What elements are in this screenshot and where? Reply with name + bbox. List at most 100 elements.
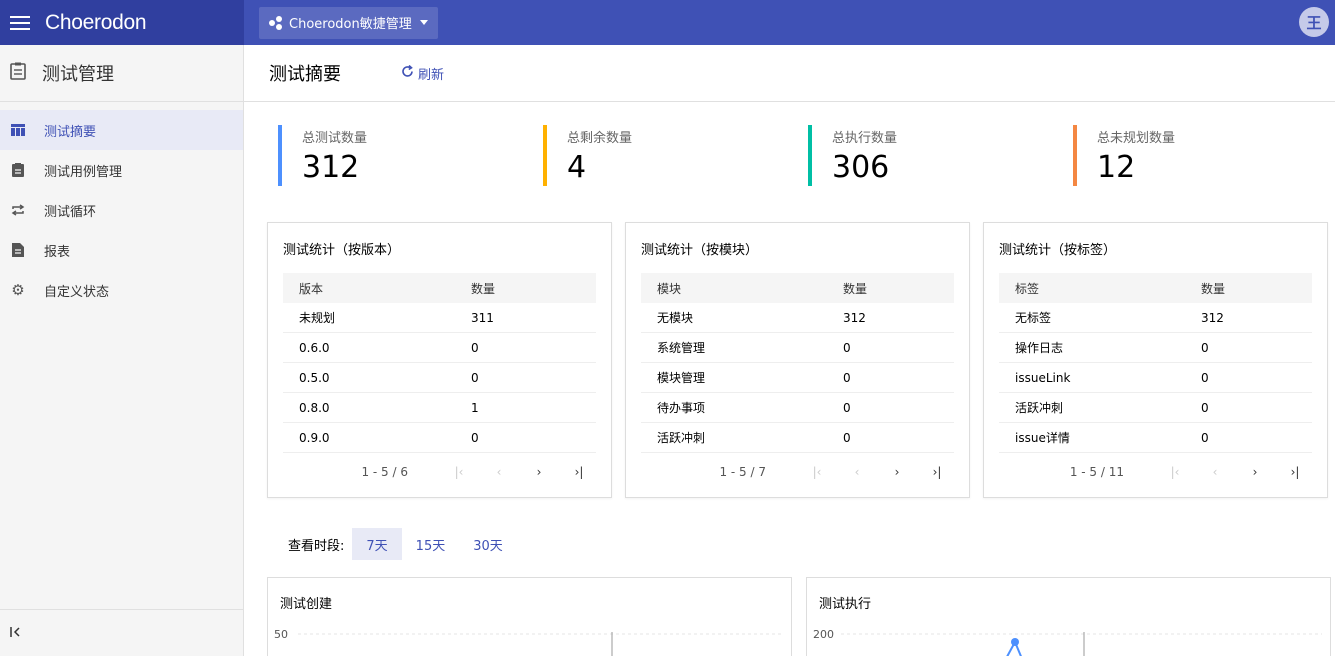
clipboard-icon [10,163,26,177]
sidebar-item-cycle[interactable]: 测试循环 [0,190,243,230]
stat-remaining: 总剩余数量 4 [543,125,808,186]
y-axis-tick: 50 [274,628,288,641]
table-row: 0.9.0 0 [283,423,596,453]
sidebar-item-report[interactable]: 报表 [0,230,243,270]
table-row: 0.6.0 0 [283,333,596,363]
last-page-icon[interactable]: ›| [1284,465,1306,479]
column-header: 数量 [843,281,868,296]
sidebar: 测试管理 测试摘要 测试用例管理 测试循环 报表 ⚙ 自定义状态 [0,45,244,656]
stat-value: 306 [832,150,890,185]
last-page-icon[interactable]: ›| [568,465,590,479]
top-header: Choerodon Choerodon敏捷管理 王 [0,0,1335,45]
table-cell: 312 [1201,310,1224,325]
first-page-icon[interactable]: |‹ [1164,465,1186,479]
gear-icon: ⚙ [11,281,25,299]
card-by-label: 测试统计（按标签） 标签 数量 无标签 312 操作日志 0 issueLink 0 … [983,222,1328,498]
menu-icon[interactable] [10,15,30,30]
sidebar-item-custom-status[interactable]: ⚙ 自定义状态 [0,270,243,310]
table-cell: 操作日志 [1015,341,1064,355]
table-row: 模块管理 0 [641,363,954,393]
next-page-icon[interactable]: › [528,465,550,479]
project-selector[interactable]: Choerodon敏捷管理 [259,6,438,39]
column-header: 数量 [1201,281,1226,296]
sidebar-collapse-button[interactable] [0,609,243,656]
stat-value: 312 [302,150,360,185]
clipboard-icon [10,62,26,85]
stat-total: 总测试数量 312 [278,125,543,186]
next-page-icon[interactable]: › [1244,465,1266,479]
card-by-version: 测试统计（按版本） 版本 数量 未规划 311 0.6.0 0 0.5.0 0 0.8… [267,222,612,498]
stats-table: 标签 数量 无标签 312 操作日志 0 issueLink 0 活跃冲刺 0 issu… [999,273,1312,453]
chart-area: 200 [813,628,1322,656]
sidebar-header: 测试管理 [0,45,243,102]
refresh-button[interactable]: 刷新 [401,64,444,83]
main-content: 测试摘要 刷新 总测试数量 312 总剩余数量 4 总执行数量 306 总未规划… [244,45,1335,656]
column-header: 版本 [299,281,324,296]
period-30-days-button[interactable]: 30天 [459,528,517,560]
table-cell: 待办事项 [657,401,706,415]
table-cell: 0 [843,430,851,445]
last-page-icon[interactable]: ›| [926,465,948,479]
table-cell: 1 [471,400,479,415]
table-cell: 0 [471,370,479,385]
period-7-days-button[interactable]: 7天 [352,528,402,560]
prev-page-icon[interactable]: ‹ [488,465,510,479]
brand-area: Choerodon [0,0,244,45]
repeat-icon [10,204,26,216]
sidebar-item-label: 自定义状态 [44,284,110,300]
column-header: 模块 [657,281,682,296]
stat-unplanned: 总未规划数量 12 [1073,125,1335,186]
project-icon [269,15,283,30]
data-point[interactable] [1011,638,1019,646]
stat-label: 总未规划数量 [1097,131,1176,146]
stat-executed: 总执行数量 306 [808,125,1073,186]
table-row: 无模块 312 [641,303,954,333]
chart-test-create: 测试创建 50 [267,577,792,656]
table-cell: 无标签 [1015,311,1052,325]
period-15-days-button[interactable]: 15天 [402,528,460,560]
avatar[interactable]: 王 [1299,7,1329,37]
table-row: 无标签 312 [999,303,1312,333]
prev-page-icon[interactable]: ‹ [1204,465,1226,479]
refresh-label: 刷新 [418,67,445,83]
table-row: 0.5.0 0 [283,363,596,393]
stat-label: 总测试数量 [302,131,368,146]
sidebar-item-label: 报表 [44,244,71,260]
prev-page-icon[interactable]: ‹ [846,465,868,479]
first-page-icon[interactable]: |‹ [806,465,828,479]
chevron-down-icon [419,20,428,25]
chart-test-execute: 测试执行 200 [806,577,1331,656]
chart-area: 50 [274,628,783,656]
pagination: 1 - 5 / 11 |‹ ‹ › ›| [999,453,1312,491]
sidebar-item-testcase[interactable]: 测试用例管理 [0,150,243,190]
table-cell: issueLink [1015,370,1071,385]
stats-row: 总测试数量 312 总剩余数量 4 总执行数量 306 总未规划数量 12 [278,125,1335,186]
stat-cards: 测试统计（按版本） 版本 数量 未规划 311 0.6.0 0 0.5.0 0 0.8… [267,222,1328,498]
collapse-left-icon [10,626,22,641]
page-title: 测试摘要 [269,64,341,85]
table-cell: 0 [843,340,851,355]
next-page-icon[interactable]: › [886,465,908,479]
period-label: 查看时段: [288,538,345,554]
pagination-range: 1 - 5 / 7 [719,465,766,479]
table-row: 系统管理 0 [641,333,954,363]
table-cell: 0 [1201,430,1209,445]
sidebar-item-summary[interactable]: 测试摘要 [0,110,243,150]
table-header: 模块 数量 [641,273,954,303]
table-cell: 311 [471,310,494,325]
brand-logo: Choerodon [45,10,147,34]
card-title: 测试统计（按版本） [283,242,401,258]
table-row: 活跃冲刺 0 [641,423,954,453]
sidebar-title: 测试管理 [42,64,114,85]
sidebar-nav: 测试摘要 测试用例管理 测试循环 报表 ⚙ 自定义状态 [0,102,243,310]
chart-title: 测试创建 [280,597,333,612]
table-cell: 0.5.0 [299,370,330,385]
table-header: 版本 数量 [283,273,596,303]
y-axis-tick: 200 [813,628,834,641]
table-row: 活跃冲刺 0 [999,393,1312,423]
refresh-icon [401,64,414,82]
document-icon [10,243,26,257]
table-cell: 312 [843,310,866,325]
table-cell: 0.9.0 [299,430,330,445]
first-page-icon[interactable]: |‹ [448,465,470,479]
